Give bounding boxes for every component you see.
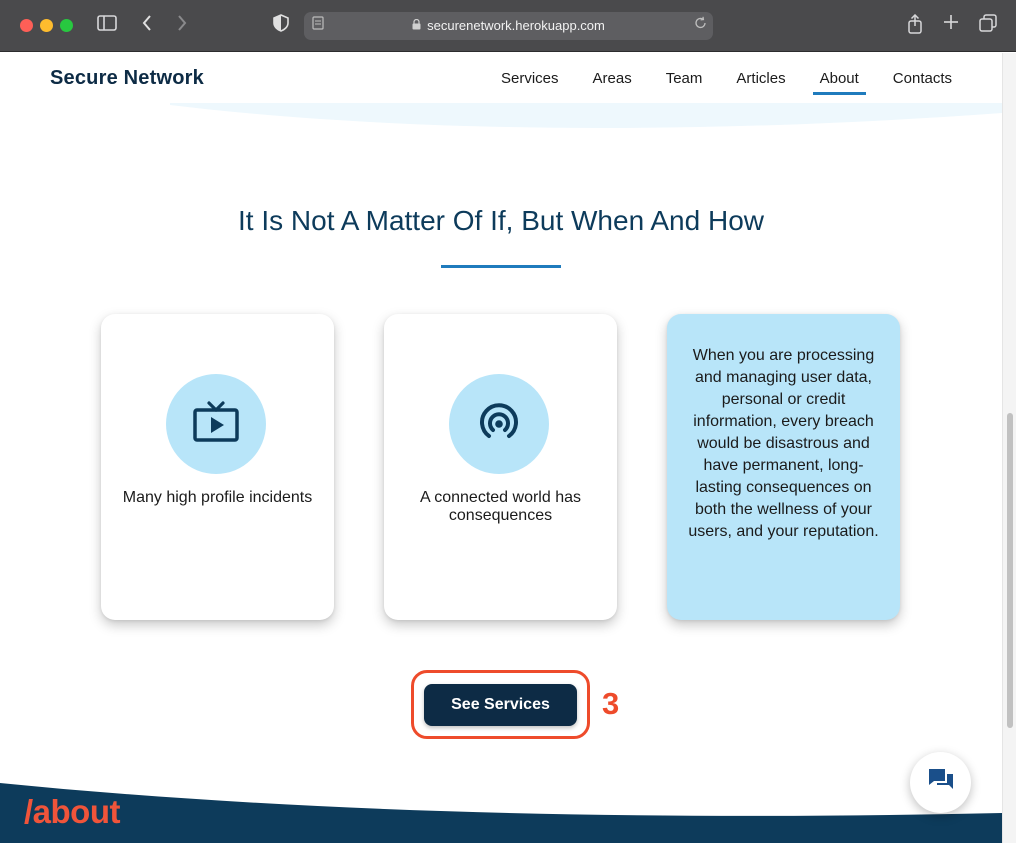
section-heading: It Is Not A Matter Of If, But When And H… xyxy=(238,205,764,236)
share-icon[interactable] xyxy=(906,14,924,34)
privacy-shield-icon[interactable] xyxy=(273,14,289,32)
scrollbar-thumb[interactable] xyxy=(1007,413,1013,728)
nav-item-team[interactable]: Team xyxy=(649,70,720,94)
broadcast-icon xyxy=(476,399,522,450)
web-page: Secure Network Services Areas Team Artic… xyxy=(0,53,1002,843)
back-icon[interactable] xyxy=(141,14,153,32)
icon-circle xyxy=(166,374,266,474)
new-tab-icon[interactable] xyxy=(943,14,959,30)
heading-divider xyxy=(441,265,561,268)
icon-circle xyxy=(449,374,549,474)
incidents-card: Many high profile incidents xyxy=(101,314,334,620)
zoom-window-button[interactable] xyxy=(60,19,73,32)
url-text: securenetwork.herokuapp.com xyxy=(304,18,713,33)
forward-icon[interactable] xyxy=(176,14,188,32)
close-window-button[interactable] xyxy=(20,19,33,32)
card-caption: A connected world has consequences xyxy=(420,489,581,524)
nav-item-contacts[interactable]: Contacts xyxy=(876,70,969,94)
card-caption: Many high profile incidents xyxy=(122,489,313,506)
breach-consequences-card: When you are processing and managing use… xyxy=(667,314,900,620)
page-scrollbar[interactable] xyxy=(1002,53,1016,843)
minimize-window-button[interactable] xyxy=(40,19,53,32)
browser-toolbar: securenetwork.herokuapp.com xyxy=(0,0,1016,52)
annotation-step-number: 3 xyxy=(602,686,620,721)
tv-play-icon xyxy=(192,400,240,448)
lock-icon xyxy=(412,18,421,33)
address-bar[interactable]: securenetwork.herokuapp.com xyxy=(304,12,713,40)
sidebar-toggle-icon[interactable] xyxy=(97,14,117,32)
reload-icon[interactable] xyxy=(694,16,707,30)
tab-overview-icon[interactable] xyxy=(979,14,997,32)
site-logo[interactable]: Secure Network xyxy=(50,67,204,90)
card-description: When you are processing and managing use… xyxy=(688,347,879,540)
main-nav: Services Areas Team Articles About Conta… xyxy=(484,70,969,95)
nav-item-areas[interactable]: Areas xyxy=(576,70,649,94)
about-section-tag: /about xyxy=(24,793,120,830)
header-wave xyxy=(170,103,1002,128)
nav-item-articles[interactable]: Articles xyxy=(719,70,802,94)
footer-wave xyxy=(0,783,1002,843)
nav-item-about[interactable]: About xyxy=(803,70,876,95)
chat-bubbles-icon xyxy=(927,767,955,798)
url-label: securenetwork.herokuapp.com xyxy=(427,18,605,33)
see-services-button[interactable]: See Services xyxy=(424,684,577,726)
connected-world-card: A connected world has consequences xyxy=(384,314,617,620)
chat-button[interactable] xyxy=(910,752,971,813)
nav-item-services[interactable]: Services xyxy=(484,70,576,94)
